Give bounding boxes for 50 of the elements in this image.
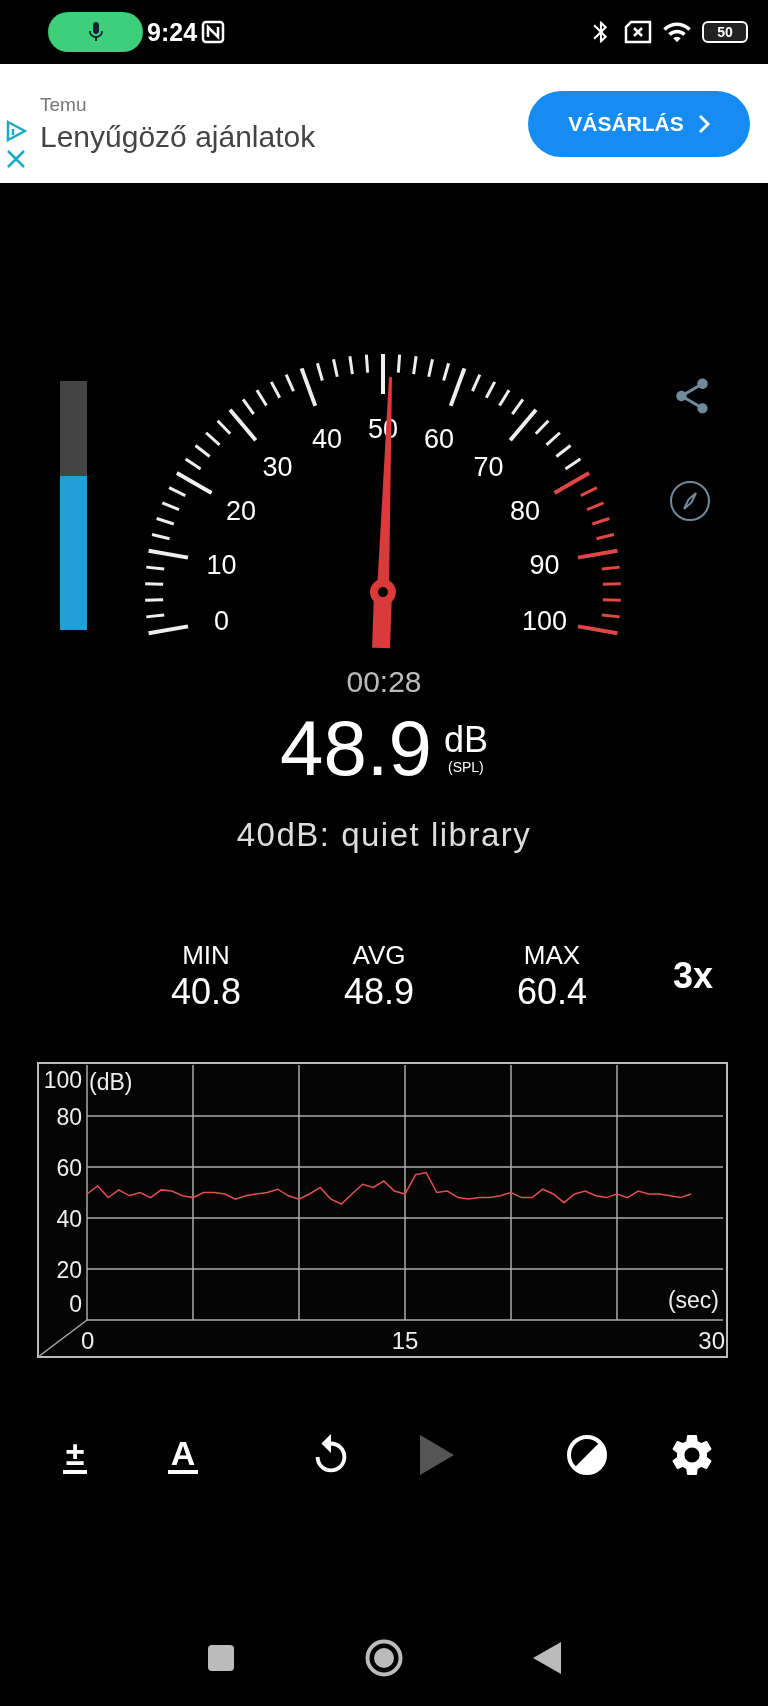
scale-label: 20 xyxy=(225,496,256,526)
y-tick-label: 60 xyxy=(56,1155,82,1181)
stat-value: 40.8 xyxy=(170,971,242,1013)
font-button[interactable]: A xyxy=(155,1427,211,1483)
back-icon[interactable] xyxy=(533,1642,561,1674)
ad-info-icon[interactable] xyxy=(5,120,27,142)
calibrate-button[interactable]: ± xyxy=(47,1427,103,1483)
close-icon[interactable] xyxy=(5,148,27,170)
chevron-icon xyxy=(697,113,710,134)
level-description: 40dB: quiet library xyxy=(235,815,533,855)
stat-label: MIN xyxy=(182,939,230,971)
stat-label: AVG xyxy=(352,939,406,971)
y-tick-label: 100 xyxy=(43,1067,82,1093)
x-tick-label: 30 xyxy=(698,1327,725,1354)
scale-label: 0 xyxy=(214,606,229,637)
scale-label: 100 xyxy=(522,606,568,637)
scale-label: 70 xyxy=(473,452,504,483)
scale-label: 60 xyxy=(424,423,455,454)
nfc-icon xyxy=(201,20,226,44)
no-sim-icon xyxy=(624,20,652,44)
y-tick-label: 0 xyxy=(69,1291,82,1317)
battery-indicator: 50 xyxy=(702,21,748,43)
x-tick-label: 0 xyxy=(81,1327,95,1354)
x-tick-label: 15 xyxy=(391,1327,419,1354)
recents-icon[interactable] xyxy=(207,1644,235,1672)
contrast-icon xyxy=(566,1434,608,1476)
home-icon[interactable] xyxy=(365,1639,403,1677)
scale-label: 10 xyxy=(206,549,237,580)
scale-label: 80 xyxy=(510,496,541,526)
stat-value: 60.4 xyxy=(516,971,588,1013)
y-axis-unit: (dB) xyxy=(89,1069,133,1095)
play-icon xyxy=(420,1435,454,1475)
compass-icon[interactable] xyxy=(670,481,710,521)
y-tick-label: 20 xyxy=(56,1257,82,1283)
scale-label: 90 xyxy=(529,549,560,580)
speed-toggle[interactable]: 3x xyxy=(673,955,714,997)
scale-label: 40 xyxy=(311,423,342,454)
stat-label: MAX xyxy=(523,939,581,971)
clock: 9:24 xyxy=(147,17,198,47)
stat-value: 48.9 xyxy=(343,971,415,1013)
weighting-label: (SPL) xyxy=(448,759,484,775)
scale-label: 30 xyxy=(262,452,293,483)
elapsed-time: 00:28 xyxy=(345,664,423,700)
y-tick-label: 80 xyxy=(56,1104,82,1130)
ad-headline: Lenyűgöző ajánlatok xyxy=(40,119,316,154)
unit-label: dB xyxy=(443,721,488,759)
y-tick-label: 40 xyxy=(56,1206,82,1232)
x-axis-unit: (sec) xyxy=(667,1287,719,1313)
sound-level-reading: 48.9 xyxy=(280,708,432,788)
ad-advertiser: Temu xyxy=(40,93,88,116)
